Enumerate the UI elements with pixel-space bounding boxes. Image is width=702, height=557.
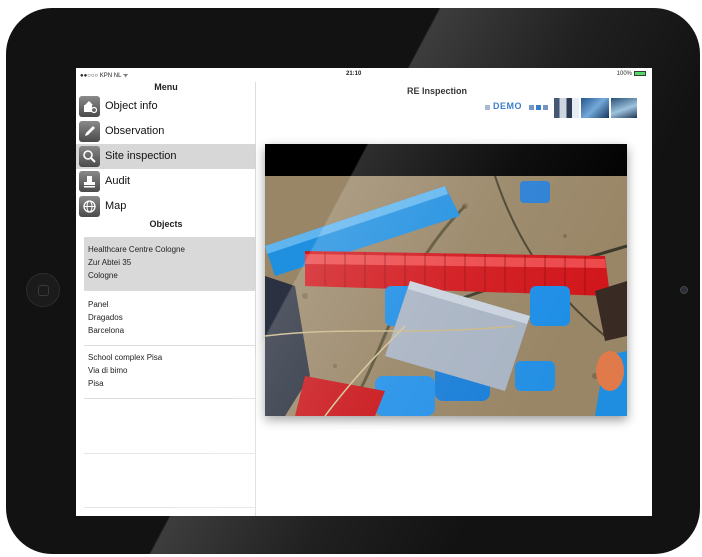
object-address: Zur Abtei 35: [88, 258, 132, 267]
logo-square: [485, 105, 490, 110]
home-button[interactable]: [26, 273, 60, 307]
menu-item-label: Audit: [105, 175, 131, 187]
menu-item-object-info[interactable]: Object info: [76, 94, 256, 119]
list-divider: [84, 507, 256, 508]
logo-text: DEMO: [493, 101, 522, 111]
object-card-school-complex[interactable]: School complex Pisa Via di bimo Pisa: [84, 345, 256, 399]
logo-square: [536, 105, 541, 110]
status-bar: ●●○○○ KPN NL ᯤ 21:10 100%: [76, 68, 652, 82]
camera-icon: [680, 286, 688, 294]
menu-item-observation[interactable]: Observation: [76, 119, 256, 144]
logo-square: [529, 105, 534, 110]
stamp-icon: [79, 171, 100, 192]
main-content: RE Inspection DEMO: [257, 82, 652, 516]
sidebar: Menu Object info Observation Site inspec…: [76, 82, 256, 516]
menu-item-label: Object info: [105, 100, 158, 112]
clock-text: 21:10: [346, 71, 362, 77]
battery-indicator: 100%: [617, 71, 646, 77]
menu-item-label: Observation: [105, 125, 165, 137]
globe-icon: [79, 196, 100, 217]
objects-title: Objects: [149, 219, 183, 229]
page-title: RE Inspection: [407, 86, 468, 96]
object-name: School complex Pisa: [88, 353, 163, 362]
object-info-icon: [79, 96, 100, 117]
glass-facade-thumbnail-icon: [611, 98, 637, 118]
carrier-text: ●●○○○ KPN NL ᯤ: [80, 73, 129, 79]
inspection-photo: [265, 176, 627, 416]
tablet-device: ●●○○○ KPN NL ᯤ 21:10 100% Menu Object in…: [6, 8, 700, 554]
menu-item-label: Map: [105, 200, 127, 212]
menu-item-label: Site inspection: [105, 150, 177, 162]
object-city: Barcelona: [88, 326, 125, 335]
menu-title: Menu: [154, 82, 178, 92]
menu-item-map[interactable]: Map: [76, 194, 256, 219]
object-name: Panel: [88, 300, 109, 309]
inspection-photo-frame[interactable]: [265, 144, 627, 416]
pencil-icon: [79, 121, 100, 142]
menu-item-site-inspection[interactable]: Site inspection: [76, 144, 256, 169]
object-address: Dragados: [88, 313, 123, 322]
object-card-panel[interactable]: Panel Dragados Barcelona: [84, 292, 256, 346]
object-city: Cologne: [88, 271, 118, 280]
battery-icon: [634, 71, 646, 76]
menu-item-audit[interactable]: Audit: [76, 169, 256, 194]
object-name: Healthcare Centre Cologne: [88, 245, 185, 254]
object-card-healthcare-centre[interactable]: Healthcare Centre Cologne Zur Abtei 35 C…: [84, 237, 256, 291]
logo-square: [543, 105, 548, 110]
tower-thumbnail-icon: [581, 98, 609, 118]
object-city: Pisa: [88, 379, 104, 388]
battery-text: 100%: [616, 71, 632, 78]
building-thumbnail-icon: [551, 98, 579, 118]
object-address: Via di bimo: [88, 366, 128, 375]
magnifier-icon: [79, 146, 100, 167]
app-screen: ●●○○○ KPN NL ᯤ 21:10 100% Menu Object in…: [76, 68, 652, 516]
list-divider: [84, 453, 256, 454]
demo-logo: DEMO: [485, 96, 652, 118]
